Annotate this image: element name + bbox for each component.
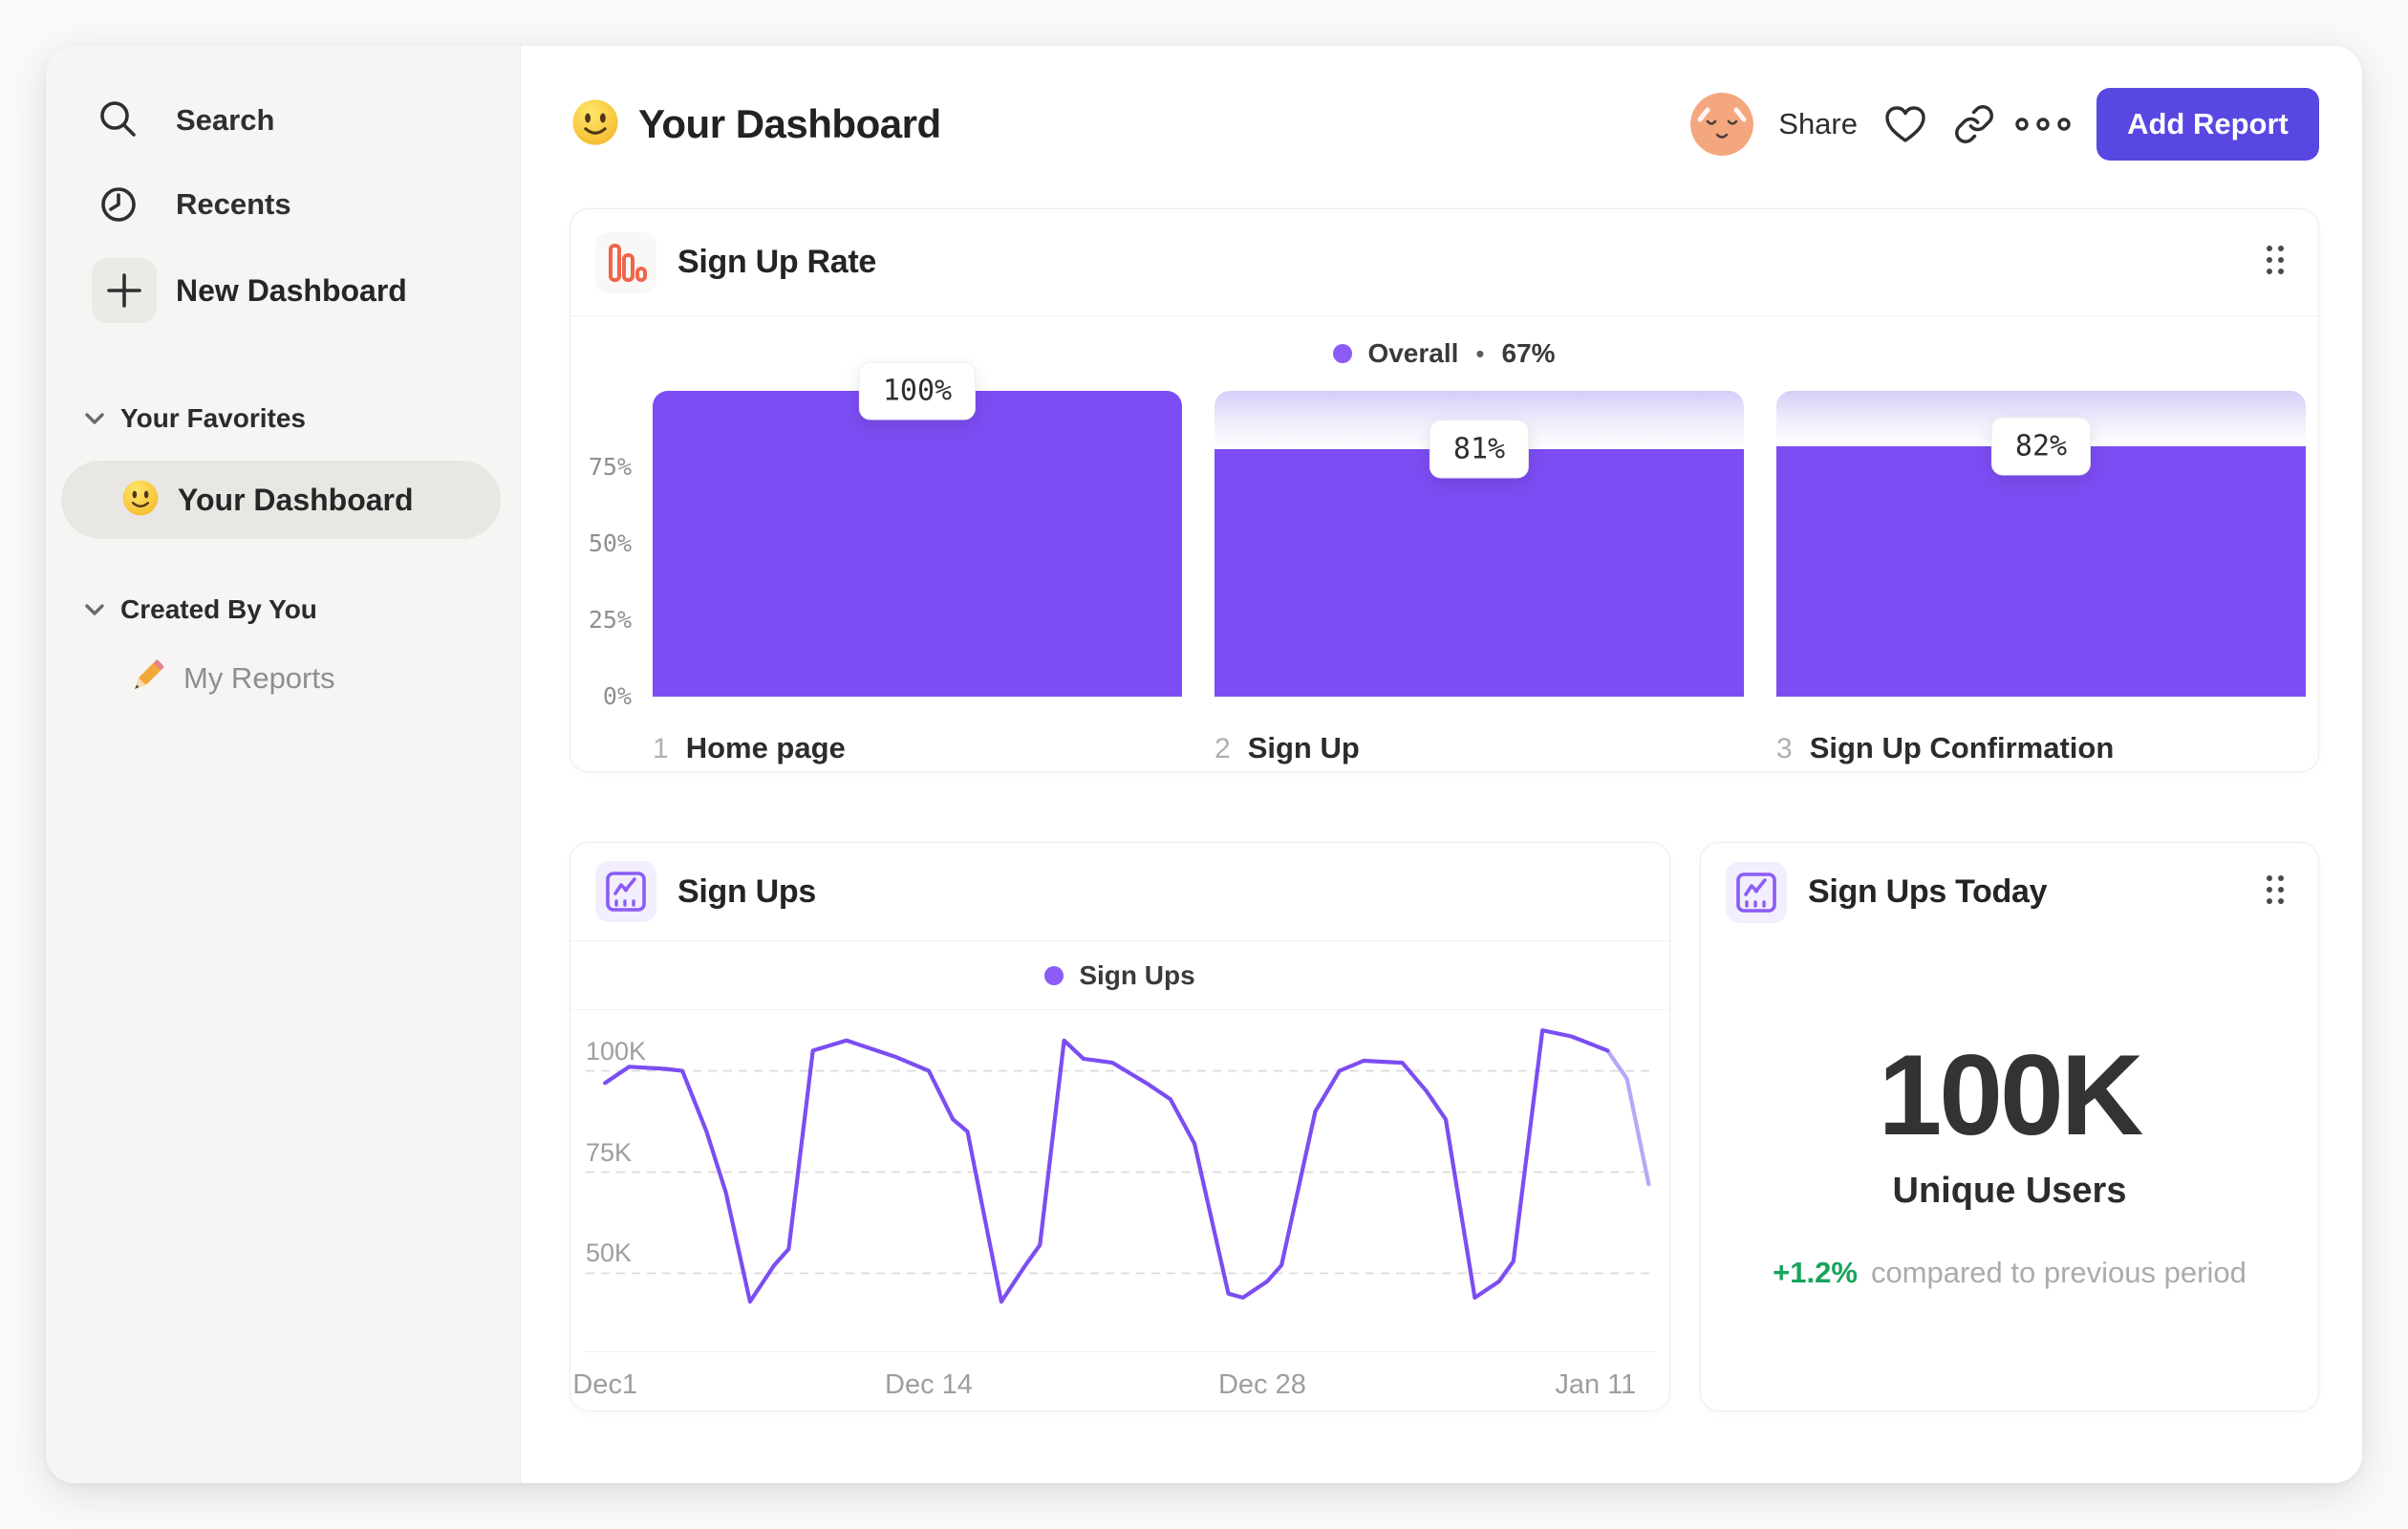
x-axis-tick: Dec 14 <box>885 1369 973 1400</box>
funnel-bar-fill <box>653 391 1182 697</box>
funnel-columns: 100% 81% 82% <box>653 361 2306 697</box>
chevron-down-icon <box>84 412 105 425</box>
legend-dot <box>1044 965 1064 985</box>
pencil-icon <box>126 656 168 702</box>
signups-line-card: Sign Ups Sign Ups 100K 75K 50K Dec1 Dec 14 D… <box>570 842 1670 1411</box>
sidebar-item-label: Your Dashboard <box>178 482 414 517</box>
funnel-step-label: 3 Sign Up Confirmation <box>1776 731 2306 765</box>
line-chart-icon <box>595 861 656 922</box>
x-axis-tick: Jan 11 <box>1555 1369 1637 1400</box>
x-axis-tick: Dec 28 <box>1217 1369 1306 1400</box>
drag-handle-icon[interactable] <box>2257 236 2293 289</box>
kpi-value: 100K <box>1878 1031 2144 1159</box>
section-title: Your Favorites <box>120 403 306 433</box>
funnel-bar-fill <box>1215 448 1744 697</box>
legend-label: Sign Ups <box>1079 959 1195 990</box>
sidebar-item-your-dashboard[interactable]: Your Dashboard <box>61 461 501 539</box>
section-created-by-you[interactable]: Created By You <box>46 592 520 627</box>
share-button[interactable]: Share <box>1778 107 1858 141</box>
step-index: 1 <box>653 733 669 764</box>
clock-icon <box>96 182 149 227</box>
line-chart-svg <box>586 1028 1656 1304</box>
funnel-step-label: 2 Sign Up <box>1215 731 1744 765</box>
kpi-delta: +1.2% <box>1773 1256 1858 1289</box>
x-axis-tick: Dec1 <box>572 1369 638 1400</box>
sidebar: Search Recents New Dashboard Your Favori… <box>46 46 521 1483</box>
y-axis-tick: 50K <box>586 1238 633 1268</box>
page-header: Your Dashboard Share Add Report <box>570 46 2319 203</box>
sidebar-item-label: New Dashboard <box>176 272 407 308</box>
legend-label: Overall <box>1367 338 1459 368</box>
plus-icon <box>92 258 157 323</box>
y-axis-tick: 0% <box>602 682 632 710</box>
search-icon <box>96 97 149 143</box>
sidebar-item-search[interactable]: Search <box>46 94 520 147</box>
funnel-bar: 81% <box>1215 391 1744 697</box>
bar-chart-icon <box>595 231 656 293</box>
step-name: Sign Up Confirmation <box>1809 731 2115 764</box>
sidebar-item-label: My Reports <box>183 661 335 695</box>
signup-rate-card-header: Sign Up Rate <box>570 209 2318 316</box>
value-chip: 81% <box>1429 420 1530 479</box>
card-title: Sign Ups Today <box>1808 873 2048 910</box>
copy-link-icon[interactable] <box>1940 101 2009 147</box>
value-chip: 100% <box>858 361 977 420</box>
kpi-card-header: Sign Ups Today <box>1701 843 2318 941</box>
signups-today-card: Sign Ups Today 100K Unique Users +1.2% c… <box>1700 842 2319 1411</box>
funnel-bar: 82% <box>1776 391 2306 697</box>
sidebar-item-label: Recents <box>176 187 291 221</box>
funnel-step-label: 1 Home page <box>653 731 1182 765</box>
sidebar-item-new-dashboard[interactable]: New Dashboard <box>46 258 520 323</box>
main-area: Your Dashboard Share Add Report Sign Up … <box>521 46 2362 1483</box>
drag-handle-icon[interactable] <box>2257 866 2293 918</box>
funnel-step-labels: 1 Home page 2 Sign Up 3 Sign Up Confirmation <box>653 731 2306 765</box>
line-chart-x-axis: Dec1 Dec 14 Dec 28 Jan 11 <box>572 1351 1656 1409</box>
step-index: 3 <box>1776 733 1793 764</box>
sidebar-item-label: Search <box>176 103 275 137</box>
legend-separator: • <box>1475 338 1485 368</box>
funnel-chart: 75% 50% 25% 0% 100% 81% 82% <box>570 361 2318 710</box>
section-your-favorites[interactable]: Your Favorites <box>46 401 520 436</box>
smiley-emoji <box>120 478 161 523</box>
add-report-button[interactable]: Add Report <box>2096 88 2319 161</box>
favorite-heart-icon[interactable] <box>1871 101 1940 147</box>
line-legend: Sign Ups <box>570 941 1669 1010</box>
signup-rate-card: Sign Up Rate Overall • 67% 75% 50% 25% 0… <box>570 208 2319 772</box>
y-axis-tick: 50% <box>588 529 632 557</box>
sidebar-item-my-reports[interactable]: My Reports <box>46 652 520 705</box>
y-axis-tick: 100K <box>586 1036 647 1066</box>
sidebar-item-recents[interactable]: Recents <box>46 178 520 231</box>
y-axis-tick: 25% <box>588 606 632 634</box>
card-title: Sign Up Rate <box>677 244 876 280</box>
legend-value: 67% <box>1501 338 1556 368</box>
smiley-emoji <box>570 97 621 153</box>
section-title: Created By You <box>120 594 317 624</box>
page-title: Your Dashboard <box>638 101 941 146</box>
step-name: Home page <box>685 731 846 764</box>
chevron-down-icon <box>84 603 105 616</box>
value-chip: 82% <box>1990 417 2092 476</box>
funnel-bar-fill <box>1776 445 2306 697</box>
more-options-icon[interactable] <box>2009 101 2077 147</box>
app-window: Search Recents New Dashboard Your Favori… <box>46 46 2362 1483</box>
funnel-legend: Overall • 67% <box>570 316 2318 391</box>
step-index: 2 <box>1215 733 1231 764</box>
kpi-delta-note: compared to previous period <box>1870 1256 2247 1289</box>
line-chart-icon <box>1726 861 1787 923</box>
step-name: Sign Up <box>1247 731 1360 764</box>
kpi-body: 100K Unique Users +1.2% compared to prev… <box>1701 941 2318 1290</box>
kpi-label: Unique Users <box>1892 1171 2127 1211</box>
signups-line-chart: 100K 75K 50K <box>586 1010 1656 1350</box>
signups-card-header: Sign Ups <box>570 843 1669 941</box>
y-axis-tick: 75K <box>586 1137 633 1167</box>
card-title: Sign Ups <box>677 872 816 910</box>
y-axis-tick: 75% <box>588 453 632 481</box>
user-avatar[interactable] <box>1690 93 1754 156</box>
legend-dot <box>1333 344 1353 363</box>
funnel-bar: 100% <box>653 361 1182 697</box>
